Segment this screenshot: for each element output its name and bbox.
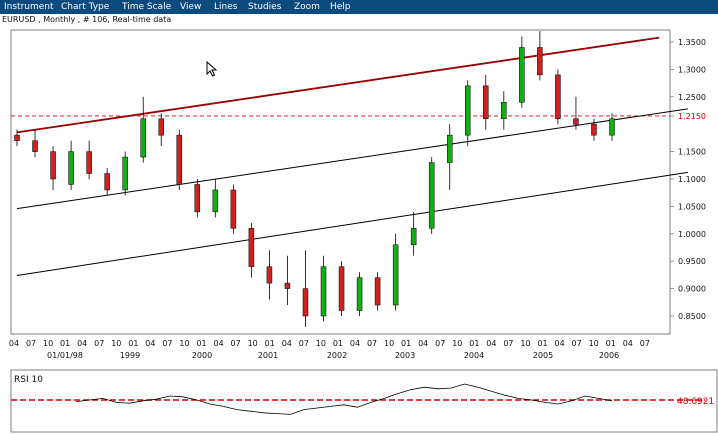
menu-lines[interactable]: Lines xyxy=(214,0,237,14)
price-tick-label: 1.3000 xyxy=(678,65,706,74)
time-tick-label: 01 xyxy=(196,339,206,348)
time-tick-label: 07 xyxy=(162,339,172,348)
time-tick-label: 01 xyxy=(333,339,343,348)
time-tick-label: 01 xyxy=(469,339,479,348)
rsi-title: RSI 10 xyxy=(14,375,43,385)
price-chart[interactable]: 1.3500 1.3000 1.2500 1.2150 1.1500 1.1000 1.05… xyxy=(0,26,718,366)
time-tick-label: 04 xyxy=(555,339,565,348)
price-tick-label: 0.9500 xyxy=(678,257,706,266)
time-tick-label: 10 xyxy=(111,339,121,348)
time-tick-label: 01 xyxy=(401,339,411,348)
price-tick-label: 1.1000 xyxy=(678,175,706,184)
time-tick-label: 07 xyxy=(26,339,36,348)
candle[interactable] xyxy=(338,261,345,316)
price-tick-label: 0.9000 xyxy=(678,285,706,294)
year-label: 2000 xyxy=(192,351,212,360)
year-label: 01/01/98 xyxy=(47,351,83,360)
candle[interactable] xyxy=(392,233,399,311)
time-tick-label: 10 xyxy=(43,339,53,348)
time-tick-label: 07 xyxy=(435,339,445,348)
menu-zoom[interactable]: Zoom xyxy=(294,0,320,14)
time-tick-label: 04 xyxy=(214,339,224,348)
menu-studies[interactable]: Studies xyxy=(248,0,281,14)
price-tick-label: 1.1500 xyxy=(678,148,706,157)
rsi-reference-label: 48.6921 xyxy=(677,397,714,407)
candle[interactable] xyxy=(356,272,363,316)
price-tick-label: 1.2500 xyxy=(678,93,706,102)
time-tick-label: 04 xyxy=(486,339,496,348)
time-tick-label: 10 xyxy=(452,339,462,348)
candle[interactable] xyxy=(428,157,435,234)
time-tick-label: 04 xyxy=(282,339,292,348)
price-tick-label: 1.0500 xyxy=(678,202,706,211)
price-tick-label: 1.0000 xyxy=(678,230,706,239)
menu-help[interactable]: Help xyxy=(330,0,351,14)
time-tick-label: 10 xyxy=(589,339,599,348)
year-label: 2003 xyxy=(395,351,415,360)
rsi-chart[interactable]: RSI 10 48.6921 xyxy=(0,368,718,434)
time-tick-label: 07 xyxy=(572,339,582,348)
time-tick-label: 04 xyxy=(350,339,360,348)
time-tick-label: 10 xyxy=(520,339,530,348)
candle[interactable] xyxy=(122,151,128,196)
time-tick-label: 01 xyxy=(60,339,70,348)
instrument-info: EURUSD , Monthly , # 106, Real-time data xyxy=(0,14,718,26)
menu-chart-type[interactable]: Chart Type xyxy=(61,0,109,14)
time-tick-label: 07 xyxy=(503,339,513,348)
year-label: 2005 xyxy=(533,351,553,360)
time-tick-label: 04 xyxy=(9,339,19,348)
time-tick-label: 07 xyxy=(640,339,650,348)
candle[interactable] xyxy=(230,184,237,234)
time-tick-label: 04 xyxy=(77,339,87,348)
time-tick-label: 04 xyxy=(145,339,155,348)
menu-view[interactable]: View xyxy=(180,0,201,14)
candle[interactable] xyxy=(374,272,381,311)
time-tick-label: 04 xyxy=(418,339,428,348)
time-tick-label: 07 xyxy=(94,339,104,348)
year-label: 1999 xyxy=(120,351,140,360)
time-tick-label: 07 xyxy=(231,339,241,348)
year-label: 2001 xyxy=(258,351,278,360)
time-tick-label: 10 xyxy=(248,339,258,348)
cursor-icon xyxy=(206,61,218,77)
candle[interactable] xyxy=(176,129,183,190)
time-tick-label: 01 xyxy=(265,339,275,348)
time-tick-label: 10 xyxy=(316,339,326,348)
menu-time-scale[interactable]: Time Scale xyxy=(122,0,171,14)
menu-instrument[interactable]: Instrument xyxy=(4,0,54,14)
year-label: 2006 xyxy=(599,351,619,360)
price-tick-label: 1.2150 xyxy=(678,112,706,121)
price-tick-label: 1.3500 xyxy=(678,38,706,47)
year-label: 2004 xyxy=(464,351,484,360)
price-tick-label: 0.8500 xyxy=(678,312,706,321)
candle[interactable] xyxy=(194,179,201,218)
time-tick-label: 04 xyxy=(623,339,633,348)
time-tick-label: 01 xyxy=(128,339,138,348)
time-tick-label: 07 xyxy=(299,339,309,348)
year-label: 2002 xyxy=(327,351,347,360)
time-tick-label: 10 xyxy=(384,339,394,348)
time-tick-label: 10 xyxy=(179,339,189,348)
candle[interactable] xyxy=(555,69,561,125)
time-tick-label: 01 xyxy=(537,339,547,348)
menu-bar: Instrument Chart Type Time Scale View Lines S… xyxy=(0,0,718,14)
time-tick-label: 07 xyxy=(367,339,377,348)
time-tick-label: 01 xyxy=(606,339,616,348)
